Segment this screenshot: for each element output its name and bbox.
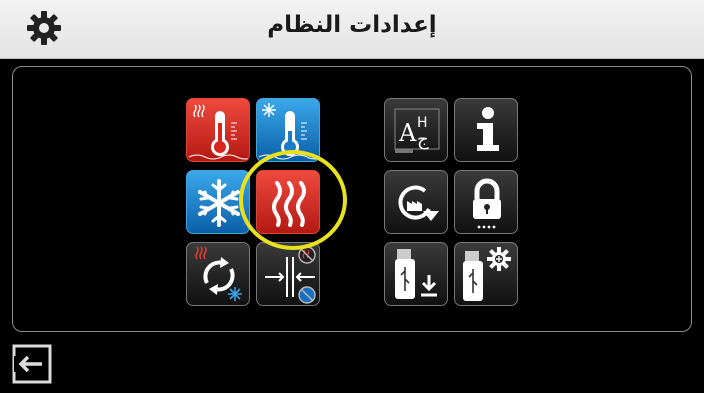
svg-text:ج: ج [417,129,429,150]
usb-settings-tile[interactable] [454,242,518,306]
deadband-tile[interactable] [256,242,320,306]
settings-panel [12,66,692,332]
factory-reset-icon [398,185,439,221]
page-title: إعدادات النظام [267,12,437,38]
heating-setpoint-tile[interactable] [186,98,250,162]
lock-tile[interactable] [454,170,518,234]
usb-download-icon [395,249,437,299]
info-tile[interactable] [454,98,518,162]
language-tile[interactable]: A H ج [384,98,448,162]
svg-text:A: A [398,119,417,147]
deadband-icon [265,246,316,304]
thermometer-hot-icon [188,104,249,160]
heat-cool-cycle-icon [195,246,242,301]
factory-reset-tile[interactable] [384,170,448,234]
language-icon: A H ج [394,108,440,153]
highlight-ring [239,150,347,250]
header-bar: إعدادات النظام [0,0,704,59]
auto-changeover-tile[interactable] [186,242,250,306]
lock-icon [473,178,501,229]
exit-icon[interactable] [10,342,56,388]
usb-settings-icon [463,247,511,301]
info-icon [477,107,499,151]
usb-import-tile[interactable] [384,242,448,306]
